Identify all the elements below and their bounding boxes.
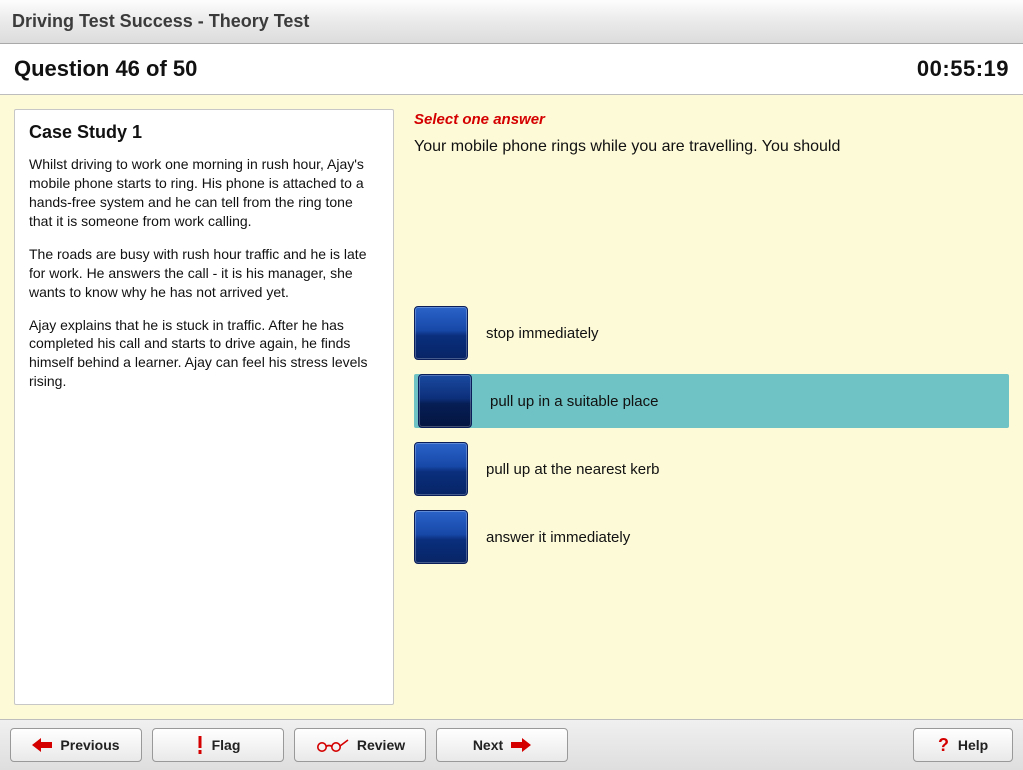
flag-button[interactable]: Flag xyxy=(152,728,284,762)
arrow-right-icon xyxy=(511,738,531,752)
answer-checkbox[interactable] xyxy=(414,510,468,564)
answer-option-0[interactable]: stop immediately xyxy=(414,306,1009,360)
question-number: Question 46 of 50 xyxy=(14,56,197,82)
content-area: Case Study 1 Whilst driving to work one … xyxy=(0,95,1023,720)
button-label: Flag xyxy=(212,737,241,753)
title-bar: Driving Test Success - Theory Test xyxy=(0,0,1023,44)
answer-text: stop immediately xyxy=(486,325,599,342)
answer-instruction: Select one answer xyxy=(414,111,1009,128)
answers-list: stop immediately pull up in a suitable p… xyxy=(414,306,1009,564)
answer-text: pull up in a suitable place xyxy=(490,393,658,410)
answer-option-3[interactable]: answer it immediately xyxy=(414,510,1009,564)
button-label: Help xyxy=(958,737,988,753)
svg-text:?: ? xyxy=(938,736,949,754)
button-label: Previous xyxy=(60,737,119,753)
next-button[interactable]: Next xyxy=(436,728,568,762)
glasses-icon xyxy=(315,738,349,752)
exclamation-icon xyxy=(196,736,204,754)
app-window: Driving Test Success - Theory Test Quest… xyxy=(0,0,1023,770)
answer-checkbox[interactable] xyxy=(418,374,472,428)
case-paragraph: Whilst driving to work one morning in ru… xyxy=(29,155,379,231)
help-button[interactable]: ? Help xyxy=(913,728,1013,762)
review-button[interactable]: Review xyxy=(294,728,426,762)
question-header: Question 46 of 50 00:55:19 xyxy=(0,44,1023,96)
answer-checkbox[interactable] xyxy=(414,306,468,360)
case-paragraph: The roads are busy with rush hour traffi… xyxy=(29,245,379,302)
answer-checkbox[interactable] xyxy=(414,442,468,496)
bottom-toolbar: Previous Flag Review Next xyxy=(0,720,1023,770)
app-title: Driving Test Success - Theory Test xyxy=(12,11,309,32)
arrow-left-icon xyxy=(32,738,52,752)
question-text: Your mobile phone rings while you are tr… xyxy=(414,138,1009,156)
time-remaining: 00:55:19 xyxy=(917,56,1009,82)
question-mark-icon: ? xyxy=(938,736,950,754)
answer-option-2[interactable]: pull up at the nearest kerb xyxy=(414,442,1009,496)
button-label: Review xyxy=(357,737,405,753)
answer-text: answer it immediately xyxy=(486,529,630,546)
button-label: Next xyxy=(473,737,503,753)
answer-text: pull up at the nearest kerb xyxy=(486,461,659,478)
case-study-heading: Case Study 1 xyxy=(29,122,379,143)
answer-option-1[interactable]: pull up in a suitable place xyxy=(414,374,1009,428)
previous-button[interactable]: Previous xyxy=(10,728,142,762)
case-study-panel: Case Study 1 Whilst driving to work one … xyxy=(14,109,394,705)
case-paragraph: Ajay explains that he is stuck in traffi… xyxy=(29,316,379,392)
question-answer-panel: Select one answer Your mobile phone ring… xyxy=(414,109,1009,705)
